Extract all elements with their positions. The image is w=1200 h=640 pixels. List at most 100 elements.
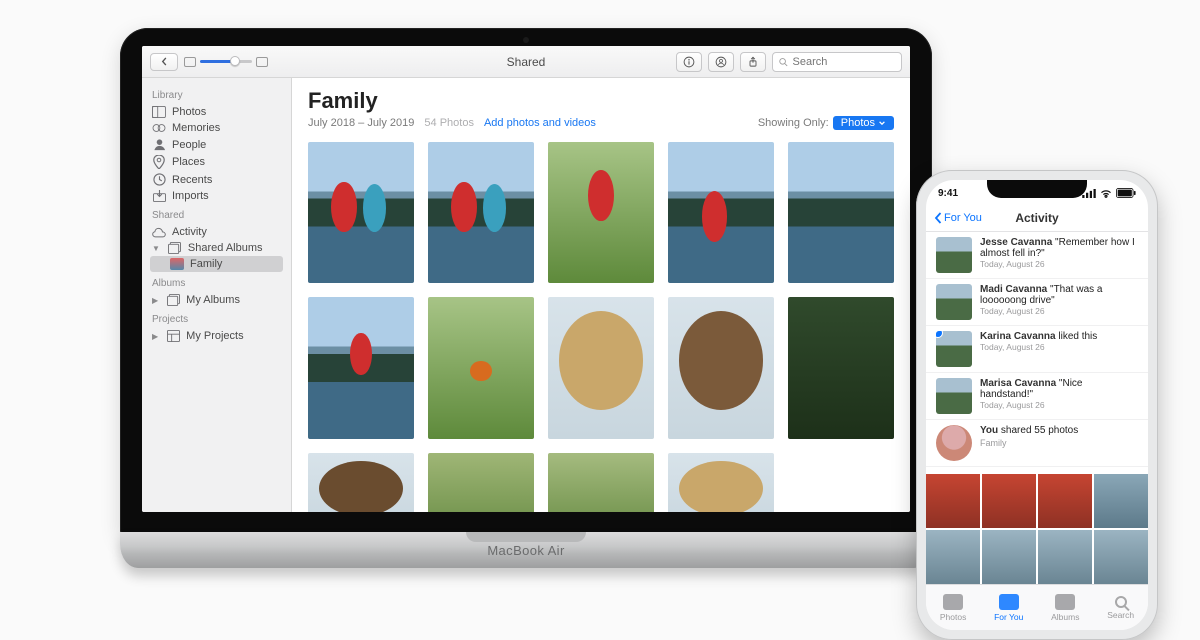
search-icon	[1115, 596, 1127, 608]
tab-albums[interactable]: Albums	[1051, 594, 1079, 622]
sidebar-item-recents[interactable]: Recents	[150, 171, 283, 188]
activity-item[interactable]: Marisa Cavanna "Nice handstand!"Today, A…	[926, 373, 1148, 420]
search-input[interactable]	[793, 56, 896, 68]
photo-thumbnail[interactable]	[668, 453, 774, 512]
photos-app-window: Shared Library Photos Memories People	[142, 46, 910, 512]
back-button[interactable]	[150, 53, 178, 71]
activity-item[interactable]: You shared 55 photosFamily	[926, 420, 1148, 467]
imports-icon	[152, 190, 166, 202]
albums-icon	[1055, 594, 1075, 610]
wifi-icon	[1099, 189, 1113, 198]
activity-date: Today, August 26	[980, 342, 1097, 352]
macbook-screen-frame: Shared Library Photos Memories People	[120, 28, 932, 536]
thumbnail	[936, 284, 972, 320]
activity-date: Today, August 26	[980, 259, 1138, 269]
photo-thumbnail[interactable]	[668, 142, 774, 283]
activity-item[interactable]: Jesse Cavanna "Remember how I almost fel…	[926, 232, 1148, 279]
tab-label: Albums	[1051, 612, 1079, 622]
people-button[interactable]	[708, 52, 734, 72]
macbook-hinge: MacBook Air	[120, 532, 932, 568]
activity-body: shared 55 photos	[998, 425, 1078, 436]
activity-subtitle: Family	[980, 438, 1078, 448]
photo-thumbnail[interactable]	[982, 474, 1036, 528]
tab-label: Search	[1107, 610, 1134, 620]
album-title: Family	[308, 88, 894, 114]
info-button[interactable]	[676, 52, 702, 72]
photo-thumbnail[interactable]	[926, 530, 980, 584]
projects-icon	[166, 330, 180, 342]
thumbnail	[936, 237, 972, 273]
recents-icon	[152, 173, 166, 186]
photo-thumbnail[interactable]	[428, 297, 534, 438]
photo-thumbnail[interactable]	[308, 453, 414, 512]
tab-for-you[interactable]: For You	[994, 594, 1023, 622]
search-icon	[778, 56, 789, 68]
sidebar-item-memories[interactable]: Memories	[150, 120, 283, 136]
photo-thumbnail[interactable]	[668, 297, 774, 438]
activity-item[interactable]: Madi Cavanna "That was a loooooong drive…	[926, 279, 1148, 326]
album-thumb-icon	[170, 258, 184, 270]
unread-dot-icon	[936, 331, 943, 338]
sidebar-item-label: Photos	[172, 106, 206, 118]
sidebar-item-imports[interactable]: Imports	[150, 188, 283, 204]
sidebar-item-label: My Albums	[186, 294, 240, 306]
add-photos-link[interactable]: Add photos and videos	[484, 117, 596, 129]
sidebar-item-photos[interactable]: Photos	[150, 104, 283, 120]
photo-thumbnail[interactable]	[308, 297, 414, 438]
nav-bar: For You Activity	[926, 204, 1148, 232]
photo-thumbnail[interactable]	[428, 453, 534, 512]
photo-thumbnail[interactable]	[428, 142, 534, 283]
sidebar-header-shared: Shared	[152, 210, 281, 221]
content-area: Family July 2018 – July 2019 54 Photos A…	[292, 78, 910, 512]
sidebar: Library Photos Memories PeoplePlacesRecent…	[142, 78, 292, 512]
activity-list[interactable]: Jesse Cavanna "Remember how I almost fel…	[926, 232, 1148, 474]
activity-name: Karina Cavanna	[980, 331, 1056, 342]
photos-icon	[943, 594, 963, 610]
window-title: Shared	[507, 55, 546, 69]
photo-thumbnail[interactable]	[548, 453, 654, 512]
photo-thumbnail[interactable]	[308, 142, 414, 283]
photo-thumbnail[interactable]	[1094, 474, 1148, 528]
share-button[interactable]	[740, 52, 766, 72]
photo-thumbnail[interactable]	[1094, 530, 1148, 584]
photo-thumbnail[interactable]	[1038, 530, 1092, 584]
tab-search[interactable]: Search	[1107, 596, 1134, 620]
activity-name: Marisa Cavanna	[980, 378, 1056, 389]
album-date-range: July 2018 – July 2019	[308, 117, 414, 129]
showing-only-pill[interactable]: Photos	[833, 116, 894, 130]
sidebar-item-my-albums[interactable]: ▶My Albums	[150, 292, 283, 308]
iphone-notch	[987, 180, 1087, 198]
thumbnail	[936, 331, 972, 367]
sidebar-item-activity[interactable]: Activity	[150, 224, 283, 240]
avatar	[936, 425, 972, 461]
sidebar-item-label: My Projects	[186, 330, 243, 342]
macbook-label: MacBook Air	[487, 543, 564, 558]
sidebar-item-places[interactable]: Places	[150, 153, 283, 171]
photo-thumbnail[interactable]	[1038, 474, 1092, 528]
sidebar-header-projects: Projects	[152, 314, 281, 325]
thumbnail-zoom-slider[interactable]	[184, 57, 268, 67]
back-button[interactable]: For You	[934, 212, 982, 224]
search-field[interactable]	[772, 52, 902, 72]
photo-thumbnail[interactable]	[982, 530, 1036, 584]
sidebar-header-albums: Albums	[152, 278, 281, 289]
sidebar-item-my-projects[interactable]: ▶My Projects	[150, 328, 283, 344]
tab-photos[interactable]: Photos	[940, 594, 966, 622]
small-grid-icon	[184, 57, 196, 67]
sidebar-item-family[interactable]: Family	[150, 256, 283, 272]
camera-dot	[523, 37, 529, 43]
sidebar-item-label: Shared Albums	[188, 242, 263, 254]
large-grid-icon	[256, 57, 268, 67]
sidebar-item-label: Memories	[172, 122, 220, 134]
sidebar-header-library: Library	[152, 90, 281, 101]
photo-thumbnail[interactable]	[926, 474, 980, 528]
photo-thumbnail[interactable]	[788, 297, 894, 438]
photo-thumbnail[interactable]	[548, 142, 654, 283]
photo-thumbnail[interactable]	[548, 297, 654, 438]
photo-thumbnail[interactable]	[788, 142, 894, 283]
activity-item[interactable]: Karina Cavanna liked thisToday, August 2…	[926, 326, 1148, 373]
iphone-device: 9:41 For You Activity Jesse Cavanna "Rem…	[916, 170, 1158, 640]
sidebar-item-shared-albums[interactable]: ▼Shared Albums	[150, 240, 283, 256]
sidebar-item-people[interactable]: People	[150, 136, 283, 153]
cloud-icon	[152, 227, 166, 238]
